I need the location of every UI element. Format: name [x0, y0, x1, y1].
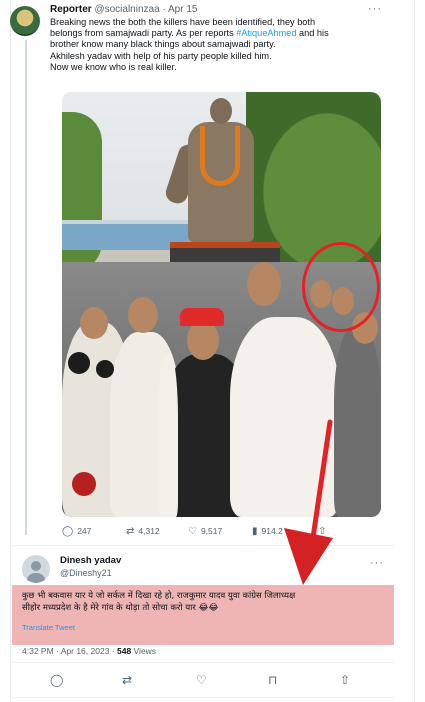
divider — [12, 545, 394, 546]
reply-more-icon[interactable]: ··· — [370, 557, 384, 569]
share-icon[interactable]: ⇧ — [340, 673, 350, 687]
reply-icon: ◯ — [62, 526, 74, 537]
author-name[interactable]: Reporter — [50, 4, 92, 15]
like-icon: ♡ — [188, 526, 197, 537]
separator: · — [162, 4, 166, 15]
tweet-text: Breaking news the both the killers have … — [50, 17, 380, 73]
like-icon[interactable]: ♡ — [196, 673, 207, 687]
reply-author-handle[interactable]: @Dineshy21 — [60, 568, 112, 578]
reply-author-name[interactable]: Dinesh yadav — [60, 555, 121, 566]
tweet-line-4: Akhilesh yadav with help of his party pe… — [50, 50, 272, 61]
red-cap — [180, 308, 224, 326]
reply-text: कुछ भी बकवास यार ये जो सर्कल में दिखा रह… — [22, 590, 382, 614]
hashtag-link[interactable]: #AtiqueAhmed — [236, 28, 296, 38]
tweet-line-2: belongs from samajwadi party. As per rep… — [50, 28, 329, 39]
reply-timestamp[interactable]: 4:32 PM · Apr 16, 2023 · — [22, 646, 117, 656]
reply-avatar[interactable] — [22, 555, 50, 583]
more-icon[interactable]: ··· — [368, 3, 382, 15]
tweet-line-1: Breaking news the both the killers have … — [50, 17, 316, 27]
tweet-photo[interactable] — [62, 92, 381, 517]
divider — [12, 662, 394, 663]
reply-views-count: 548 — [116, 646, 132, 656]
tweet-actions: ◯ 247 ⇄ 4,312 ♡ 9,517 ▮ 914.2 ⇧ — [62, 526, 382, 540]
highlight-circle — [302, 242, 380, 332]
tweet-line-3: brother know many black things about sam… — [50, 39, 276, 50]
tweet-line-5: Now we know who is real killer. — [50, 61, 177, 72]
retweet-button[interactable]: ⇄ 4,312 — [126, 526, 160, 537]
share-icon: ⇧ — [318, 526, 327, 537]
views-icon: ▮ — [252, 526, 258, 537]
reply-actions: ◯ ⇄ ♡ ⊓ ⇧ — [12, 673, 394, 689]
bookmark-icon[interactable]: ⊓ — [268, 673, 277, 687]
divider — [12, 697, 394, 698]
reply-button[interactable]: ◯ 247 — [62, 526, 91, 537]
thread-line — [25, 40, 27, 535]
reporter-avatar[interactable] — [10, 6, 40, 36]
reply-icon[interactable]: ◯ — [50, 673, 63, 687]
reply-views-label: Views — [131, 646, 157, 656]
like-button[interactable]: ♡ 9,517 — [188, 526, 222, 537]
translate-tweet-link[interactable]: Translate Tweet — [22, 623, 75, 632]
views-button[interactable]: ▮ 914.2 — [252, 526, 283, 537]
reply-meta: 4:32 PM · Apr 16, 2023 · 548 Views — [22, 646, 156, 656]
reply-line-1: कुछ भी बकवास यार ये जो सर्कल में दिखा रह… — [22, 591, 296, 601]
share-button[interactable]: ⇧ — [318, 526, 330, 537]
reply-line-2: सीहोर मध्यप्रदेश के है मेरे गांव के थोड़… — [22, 603, 219, 613]
retweet-icon: ⇄ — [126, 526, 135, 537]
author-handle[interactable]: @socialninzaa — [94, 4, 159, 15]
retweet-icon[interactable]: ⇄ — [122, 673, 132, 687]
tweet-header: Reporter @socialninzaa · Apr 15 — [50, 4, 197, 15]
tweet-date[interactable]: Apr 15 — [168, 4, 197, 15]
